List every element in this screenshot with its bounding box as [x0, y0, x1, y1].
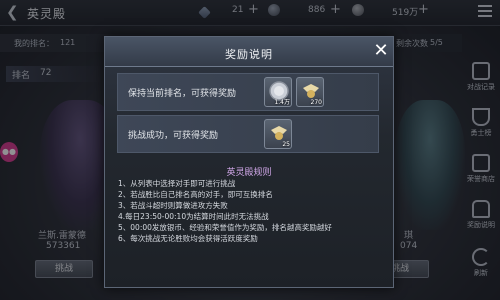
silver-coin-icon[interactable]: 1.4万: [264, 77, 292, 107]
reward-text: 挑战成功，可获得奖励: [128, 131, 219, 141]
reward-count: 1.4万: [274, 99, 290, 106]
rules-list: 1、从列表中选择对手即可进行挑战 2、若战胜比自己排名高的对手，即可互换排名 3…: [118, 178, 388, 244]
rule-item: 2、若战胜比自己排名高的对手，即可互换排名: [118, 190, 273, 199]
rule-item: 5、00:00发放银币、经验和荣誉值作为奖励，排名越高奖励越好: [118, 223, 332, 232]
winged-medal-icon[interactable]: 25: [264, 119, 292, 149]
reward-text: 保持当前排名，可获得奖励: [128, 89, 237, 99]
rule-item: 4.每日23:50-00:10为结算时间此时无法挑战: [118, 212, 269, 221]
reward-info-dialog: 奖励说明 ✕ 保持当前排名，可获得奖励 1.4万 270 挑战成功，可获得奖励: [104, 36, 394, 288]
rule-item: 3、若战斗超时则算做进攻方失败: [118, 201, 228, 210]
dialog-header: 奖励说明 ✕: [105, 37, 393, 67]
rules-title: 英灵殿规则: [226, 168, 272, 178]
close-icon[interactable]: ✕: [371, 42, 391, 62]
rule-item: 1、从列表中选择对手即可进行挑战: [118, 179, 236, 188]
winged-medal-icon[interactable]: 270: [296, 77, 324, 107]
reward-row-keep-rank: 保持当前排名，可获得奖励 1.4万 270: [117, 73, 379, 111]
reward-count: 25: [282, 141, 290, 148]
reward-row-challenge-win: 挑战成功，可获得奖励 25: [117, 115, 379, 153]
reward-count: 270: [310, 99, 322, 106]
dialog-title: 奖励说明: [225, 48, 273, 61]
rule-item: 6、每次挑战无论胜败均会获得活跃度奖励: [118, 234, 258, 243]
